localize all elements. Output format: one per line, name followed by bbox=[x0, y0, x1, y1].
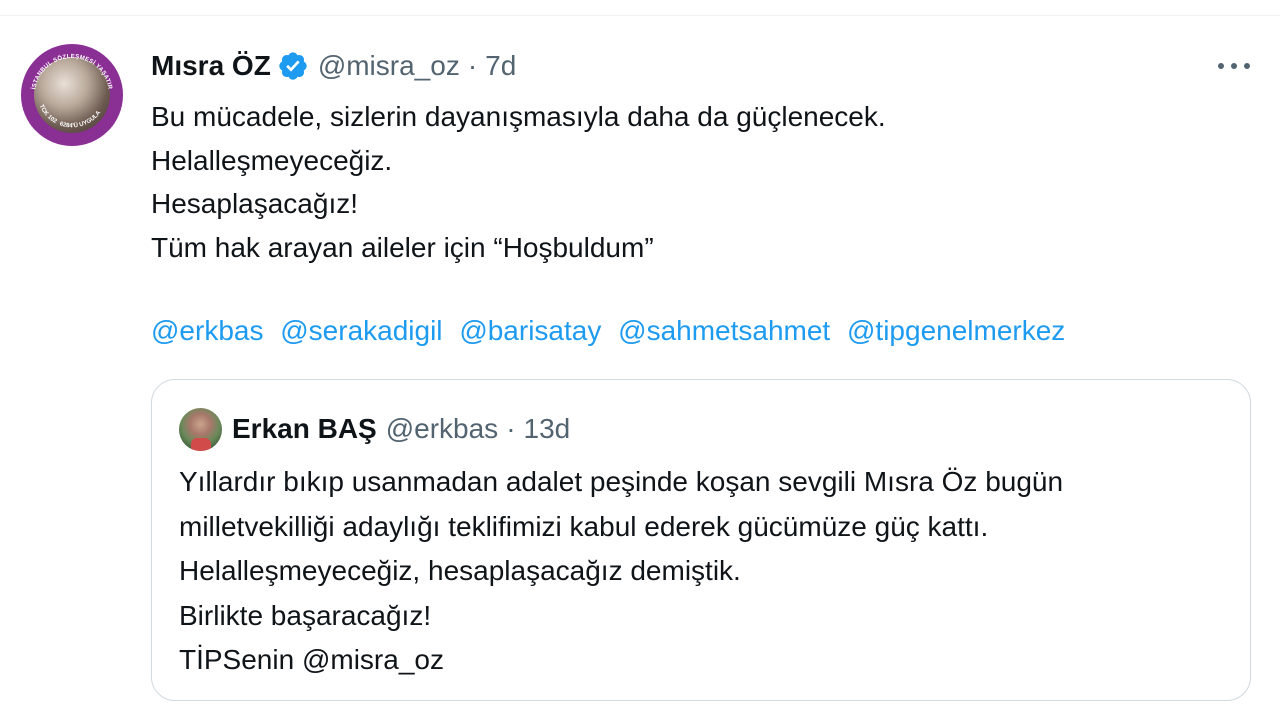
quoted-mention-link[interactable]: @misra_oz bbox=[302, 644, 444, 675]
quoted-text-prefix: TİPSenin bbox=[179, 644, 302, 675]
avatar-shirt bbox=[191, 437, 211, 451]
svg-text:TCK 102: TCK 102 bbox=[38, 104, 58, 125]
tweet-text-line: Helalleşmeyeceğiz. bbox=[151, 144, 393, 176]
header-separator: · bbox=[467, 50, 478, 81]
quoted-text-line: Birlikte başaracağız! bbox=[179, 599, 432, 631]
quoted-text-line: milletvekilliği adaylığı teklifimizi kab… bbox=[179, 510, 989, 542]
quoted-tweet-header: Erkan BAŞ @erkbas · 13d bbox=[179, 407, 570, 451]
quoted-text-line-last: TİPSenin @misra_oz bbox=[179, 638, 1063, 683]
mention-link[interactable]: @barisatay bbox=[459, 315, 601, 346]
author-handle[interactable]: @misra_oz bbox=[318, 50, 460, 82]
tweet-text-line: Hesaplaşacağız! bbox=[151, 188, 359, 219]
tweet-text-line: Bu mücadele, sizlerin dayanışmasıyla dah… bbox=[151, 101, 886, 132]
tweet-header: Mısra ÖZ @misra_oz · 7d bbox=[151, 46, 516, 86]
verified-badge-icon[interactable] bbox=[277, 50, 309, 82]
avatar-ring-text: İSTANBUL SÖZLEŞMESİ YAŞATIR 6284'Ü UYGUL… bbox=[30, 54, 112, 130]
quoted-tweet-card[interactable]: Erkan BAŞ @erkbas · 13d Yıllardır bıkıp … bbox=[151, 379, 1251, 701]
mention-link[interactable]: @sahmetsahmet bbox=[618, 315, 830, 346]
quoted-author-avatar[interactable] bbox=[179, 407, 222, 451]
mention-link[interactable]: @erkbas bbox=[151, 315, 263, 346]
quoted-header-separator: · bbox=[506, 413, 516, 444]
quoted-tweet-timestamp[interactable]: 13d bbox=[524, 413, 571, 445]
quoted-text-line: Yıllardır bıkıp usanmadan adalet peşinde… bbox=[179, 466, 1064, 497]
quoted-author-display-name[interactable]: Erkan BAŞ bbox=[232, 413, 377, 445]
tweet-mentions: @erkbas @serakadigil @barisatay @sahmets… bbox=[151, 311, 1065, 351]
svg-text:İSTANBUL SÖZLEŞMESİ YAŞATIR: İSTANBUL SÖZLEŞMESİ YAŞATIR bbox=[30, 54, 112, 90]
tweet-text-line: Tüm hak arayan aileler için “Hoşbuldum” bbox=[151, 231, 654, 263]
more-horizontal-icon[interactable] bbox=[1214, 56, 1254, 76]
svg-text:6284'Ü UYGULA: 6284'Ü UYGULA bbox=[59, 110, 103, 130]
quoted-author-handle[interactable]: @erkbas bbox=[386, 413, 498, 445]
author-avatar[interactable]: İSTANBUL SÖZLEŞMESİ YAŞATIR 6284'Ü UYGUL… bbox=[21, 44, 123, 146]
mention-link[interactable]: @serakadigil bbox=[280, 315, 442, 346]
quoted-tweet-text: Yıllardır bıkıp usanmadan adalet peşinde… bbox=[179, 460, 1063, 683]
quoted-text-line: Helalleşmeyeceğiz, hesaplaşacağız demişt… bbox=[179, 555, 741, 586]
tweet[interactable]: İSTANBUL SÖZLEŞMESİ YAŞATIR 6284'Ü UYGUL… bbox=[0, 0, 1280, 714]
mention-link[interactable]: @tipgenelmerkez bbox=[847, 315, 1065, 346]
tweet-text: Bu mücadele, sizlerin dayanışmasıyla dah… bbox=[151, 95, 886, 269]
tweet-timestamp[interactable]: 7d bbox=[485, 50, 516, 82]
author-display-name[interactable]: Mısra ÖZ bbox=[151, 50, 271, 82]
